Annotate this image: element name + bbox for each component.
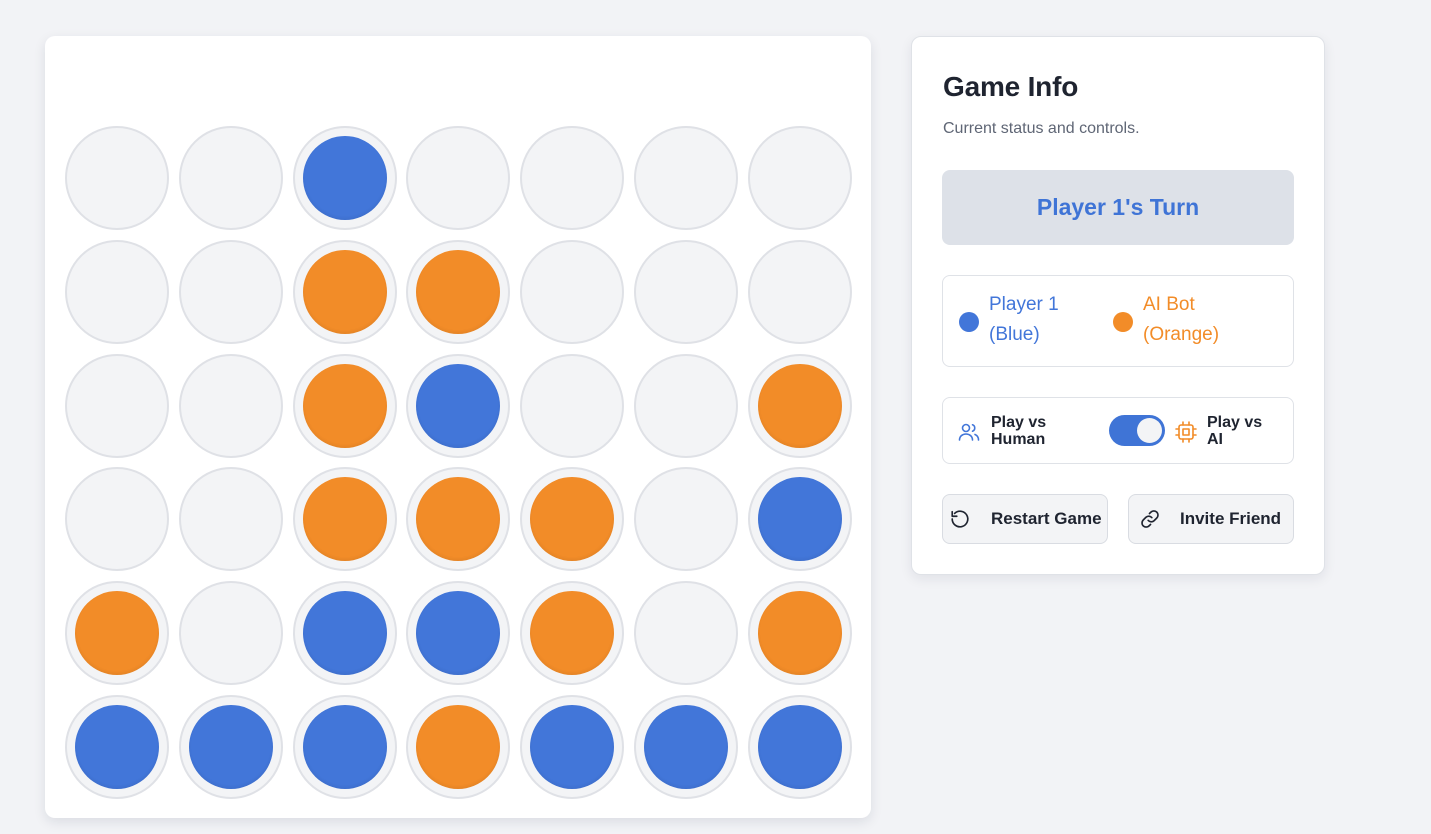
mode-toggle-switch[interactable] — [1109, 415, 1165, 446]
board-cell[interactable] — [633, 126, 738, 230]
board-cell[interactable] — [406, 581, 511, 686]
orange-disc — [416, 704, 501, 789]
turn-status-banner: Player 1's Turn — [942, 170, 1294, 245]
orange-disc — [416, 477, 501, 562]
board-cell[interactable] — [747, 694, 852, 799]
board-cell[interactable] — [65, 126, 169, 230]
board-cell[interactable] — [520, 467, 625, 572]
board-cell[interactable] — [520, 353, 625, 458]
game-mode-toggle-group: Play vs Human Play vs AI — [942, 397, 1294, 464]
blue-disc — [188, 704, 273, 789]
board-cell[interactable] — [292, 126, 397, 230]
orange-disc — [530, 477, 615, 562]
board-cell[interactable] — [520, 126, 625, 230]
orange-disc — [75, 591, 159, 676]
board-cell[interactable] — [178, 581, 283, 686]
blue-disc — [757, 477, 842, 562]
board-cell[interactable] — [406, 467, 511, 572]
board-cell[interactable] — [633, 239, 738, 344]
board-cell[interactable] — [520, 239, 625, 344]
board-cell[interactable] — [65, 467, 169, 572]
board-cell[interactable] — [292, 467, 397, 572]
legend-player1-label: Player 1 (Blue) — [989, 294, 1059, 345]
board-cell[interactable] — [633, 581, 738, 686]
orange-disc — [757, 591, 842, 676]
board-cell[interactable] — [65, 353, 169, 458]
orange-disc — [302, 477, 387, 562]
board-cell[interactable] — [292, 694, 397, 799]
board-cell[interactable] — [747, 581, 852, 686]
play-vs-human-label[interactable]: Play vs Human — [991, 414, 1061, 448]
blue-disc — [757, 704, 842, 789]
legend-player2: AI Bot (Orange) — [1113, 290, 1233, 350]
legend-player1: Player 1 (Blue) — [959, 290, 1079, 350]
player-legend: Player 1 (Blue) AI Bot (Orange) — [942, 275, 1294, 367]
board-cell[interactable] — [633, 353, 738, 458]
orange-disc — [302, 249, 387, 334]
cpu-chip-icon — [1175, 421, 1197, 443]
orange-disc — [416, 249, 501, 334]
blue-disc — [302, 136, 387, 220]
toggle-knob — [1137, 418, 1162, 443]
board-cell[interactable] — [178, 694, 283, 799]
board-cell[interactable] — [65, 694, 169, 799]
blue-disc — [302, 591, 387, 676]
board-cell[interactable] — [633, 694, 738, 799]
board-cell[interactable] — [178, 126, 283, 230]
board-cell[interactable] — [406, 694, 511, 799]
board-cell[interactable] — [406, 126, 511, 230]
board-cell[interactable] — [747, 353, 852, 458]
blue-disc-icon — [959, 312, 979, 332]
blue-disc — [75, 704, 159, 789]
board-cell[interactable] — [292, 353, 397, 458]
blue-disc — [302, 704, 387, 789]
restart-game-label: Restart Game — [991, 509, 1102, 528]
invite-friend-label: Invite Friend — [1180, 509, 1282, 528]
board-cell[interactable] — [65, 239, 169, 344]
board-cell[interactable] — [178, 353, 283, 458]
board-cell[interactable] — [292, 239, 397, 344]
blue-disc — [530, 704, 615, 789]
play-vs-ai-label[interactable]: Play vs AI — [1207, 414, 1277, 448]
orange-disc — [302, 363, 387, 448]
board-cell[interactable] — [520, 581, 625, 686]
board-cell[interactable] — [747, 126, 852, 230]
blue-disc — [416, 591, 501, 676]
board-cell[interactable] — [406, 239, 511, 344]
panel-title: Game Info — [943, 71, 1079, 102]
invite-friend-button[interactable]: Invite Friend — [1128, 494, 1294, 544]
board-cell[interactable] — [747, 467, 852, 572]
rotate-ccw-icon — [951, 510, 969, 528]
blue-disc — [643, 704, 728, 789]
board-cell[interactable] — [292, 581, 397, 686]
game-info-panel: Game Info Current status and controls. P… — [911, 36, 1325, 575]
board-cell[interactable] — [520, 694, 625, 799]
board-cell[interactable] — [178, 239, 283, 344]
board-cell[interactable] — [406, 353, 511, 458]
board-cell[interactable] — [178, 467, 283, 572]
restart-game-button[interactable]: Restart Game — [942, 494, 1108, 544]
blue-disc — [416, 363, 501, 448]
legend-player2-label: AI Bot (Orange) — [1143, 294, 1220, 345]
orange-disc — [530, 591, 615, 676]
orange-disc — [757, 363, 842, 448]
game-board — [45, 36, 871, 818]
board-cell[interactable] — [633, 467, 738, 572]
board-grid — [65, 126, 852, 799]
link-icon — [1141, 510, 1159, 528]
users-icon — [958, 423, 980, 441]
board-cell[interactable] — [65, 581, 169, 686]
panel-subtitle: Current status and controls. — [943, 120, 1140, 137]
orange-disc-icon — [1113, 312, 1133, 332]
board-cell[interactable] — [747, 239, 852, 344]
